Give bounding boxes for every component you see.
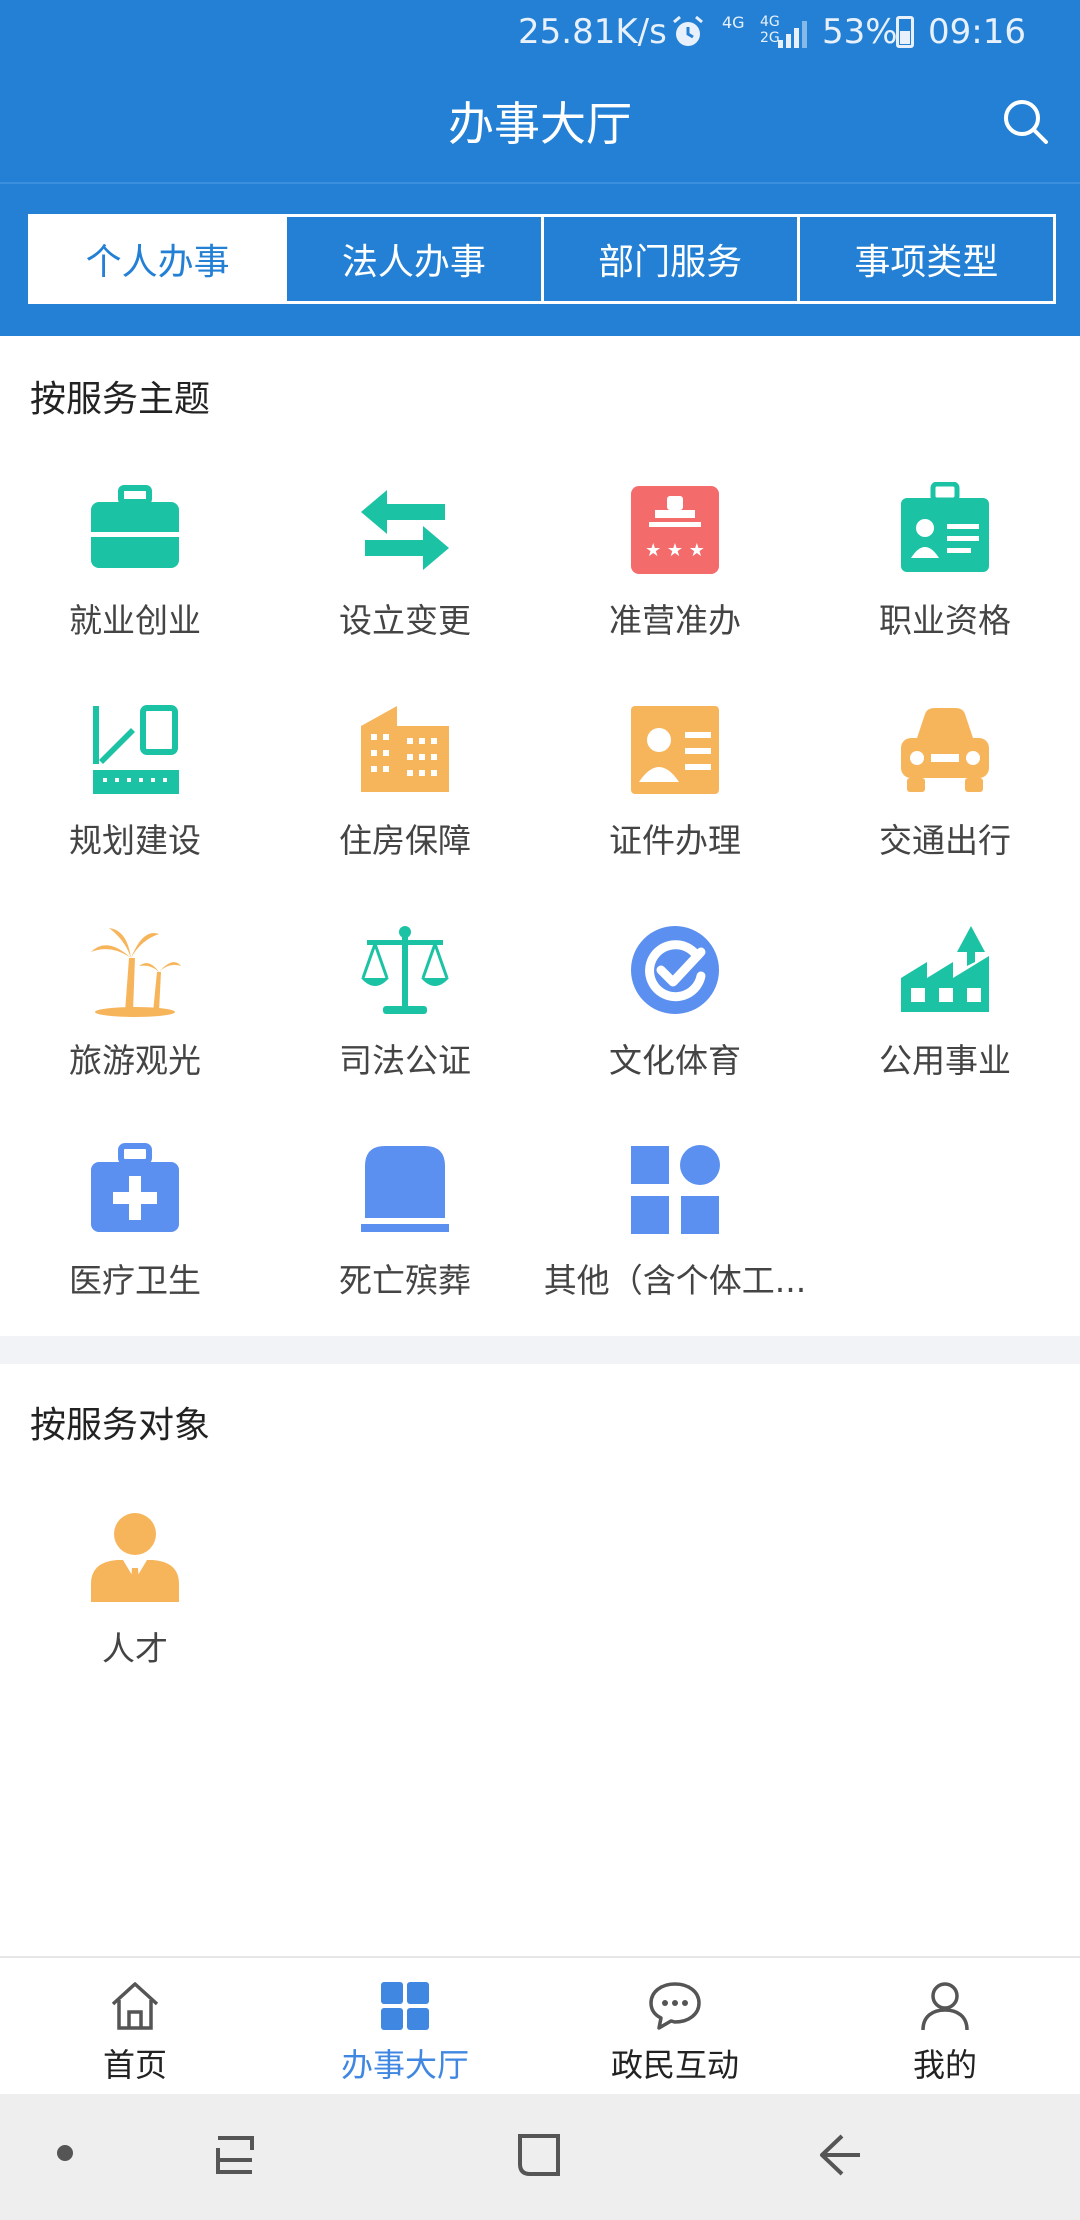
alarm-clock-icon xyxy=(673,15,703,46)
theme-item-utilities[interactable]: 公用事业 xyxy=(810,922,1080,1122)
item-label: 人才 xyxy=(102,1629,168,1668)
car-icon xyxy=(901,708,989,792)
id-badge-icon xyxy=(901,482,989,572)
header-divider xyxy=(0,182,1080,184)
tombstone-icon xyxy=(361,1146,449,1232)
tabbar-label: 我的 xyxy=(912,2046,977,2084)
chat-bubble-icon xyxy=(649,1982,701,2030)
search-icon[interactable] xyxy=(1000,96,1050,146)
bottom-tab-bar: 首页 办事大厅 政民互动 我的 xyxy=(0,1956,1080,2094)
home-icon xyxy=(111,1982,159,2030)
palm-tree-icon xyxy=(91,928,181,1017)
swap-arrows-icon xyxy=(361,490,449,570)
network-2g-indicator: 4G 2G xyxy=(760,14,780,46)
battery-icon xyxy=(896,16,914,48)
clock: 09:16 xyxy=(928,12,1026,52)
theme-item-funeral[interactable]: 死亡殡葬 xyxy=(270,1142,540,1342)
tabbar-label: 首页 xyxy=(102,2046,167,2084)
scales-icon xyxy=(361,926,449,1014)
item-label: 医疗卫生 xyxy=(69,1261,201,1300)
theme-item-justice[interactable]: 司法公证 xyxy=(270,922,540,1122)
back-icon[interactable] xyxy=(816,2130,866,2180)
theme-item-establish-change[interactable]: 设立变更 xyxy=(270,482,540,682)
item-label: 交通出行 xyxy=(879,821,1011,860)
item-label: 文化体育 xyxy=(609,1041,741,1080)
item-label: 住房保障 xyxy=(339,821,471,860)
recent-apps-icon[interactable] xyxy=(210,2130,260,2180)
user-icon xyxy=(921,1982,969,2031)
building-icon xyxy=(361,706,449,792)
item-label: 就业创业 xyxy=(69,601,201,640)
item-label: 设立变更 xyxy=(339,601,471,640)
item-label: 其他（含个体工... xyxy=(543,1261,807,1300)
id-card-icon xyxy=(631,706,719,794)
battery-percent: 53% xyxy=(822,12,898,52)
item-label: 司法公证 xyxy=(339,1041,471,1080)
grid-icon xyxy=(381,1982,429,2030)
apps-grid-icon xyxy=(631,1145,720,1234)
tabbar-mine[interactable]: 我的 xyxy=(810,1958,1080,2094)
system-nav-bar xyxy=(0,2094,1080,2220)
section-divider xyxy=(0,1336,1080,1364)
theme-item-planning[interactable]: 规划建设 xyxy=(0,702,270,902)
theme-item-culture-sports[interactable]: 文化体育 xyxy=(540,922,810,1122)
network-4g-indicator: 4G xyxy=(722,13,745,32)
item-label: 职业资格 xyxy=(879,601,1011,640)
item-label: 公用事业 xyxy=(879,1041,1011,1080)
theme-item-medical[interactable]: 医疗卫生 xyxy=(0,1142,270,1342)
tab-department-service[interactable]: 部门服务 xyxy=(544,217,800,301)
net-speed: 25.81K/s xyxy=(518,12,667,52)
theme-item-employment[interactable]: 就业创业 xyxy=(0,482,270,682)
category-tabs: 个人办事 法人办事 部门服务 事项类型 xyxy=(28,214,1056,304)
tab-personal[interactable]: 个人办事 xyxy=(31,217,288,301)
home-button-icon[interactable] xyxy=(514,2130,564,2180)
section-title-target: 按服务对象 xyxy=(30,1405,211,1446)
theme-item-housing[interactable]: 住房保障 xyxy=(270,702,540,902)
theme-item-certificates[interactable]: 证件办理 xyxy=(540,702,810,902)
item-label: 准营准办 xyxy=(609,601,741,640)
theme-item-license[interactable]: ★ ★ ★ 准营准办 xyxy=(540,482,810,682)
section-title-theme: 按服务主题 xyxy=(30,379,211,420)
theme-item-transport[interactable]: 交通出行 xyxy=(810,702,1080,902)
stamp-icon: ★ ★ ★ xyxy=(631,486,719,574)
tab-item-type[interactable]: 事项类型 xyxy=(800,217,1053,301)
item-label: 死亡殡葬 xyxy=(339,1261,471,1300)
item-label: 旅游观光 xyxy=(69,1041,201,1080)
theme-item-qualification[interactable]: 职业资格 xyxy=(810,482,1080,682)
nav-dot-icon[interactable] xyxy=(56,2144,74,2162)
tabbar-label: 政民互动 xyxy=(610,2046,739,2084)
tabbar-label: 办事大厅 xyxy=(340,2046,469,2084)
page-title: 办事大厅 xyxy=(448,97,632,151)
factory-icon xyxy=(901,926,989,1012)
status-bar: 25.81K/s 4G 4G 2G 53% 09:16 xyxy=(0,0,1080,70)
theme-item-tourism[interactable]: 旅游观光 xyxy=(0,922,270,1122)
person-suit-icon xyxy=(91,1513,179,1602)
check-circle-icon xyxy=(631,926,719,1014)
medical-kit-icon xyxy=(91,1143,179,1232)
briefcase-icon xyxy=(91,485,179,568)
blueprint-icon xyxy=(93,705,179,794)
tabbar-service-hall[interactable]: 办事大厅 xyxy=(270,1958,540,2094)
tabbar-interaction[interactable]: 政民互动 xyxy=(540,1958,810,2094)
item-label: 规划建设 xyxy=(69,821,201,860)
tab-legal-person[interactable]: 法人办事 xyxy=(287,217,544,301)
target-item-talent[interactable]: 人才 xyxy=(0,1510,270,1710)
item-label: 证件办理 xyxy=(609,821,741,860)
theme-item-other[interactable]: 其他（含个体工... xyxy=(540,1142,810,1342)
signal-bars-icon xyxy=(778,21,807,48)
svg-text:★ ★ ★: ★ ★ ★ xyxy=(645,540,705,561)
tabbar-home[interactable]: 首页 xyxy=(0,1958,270,2094)
